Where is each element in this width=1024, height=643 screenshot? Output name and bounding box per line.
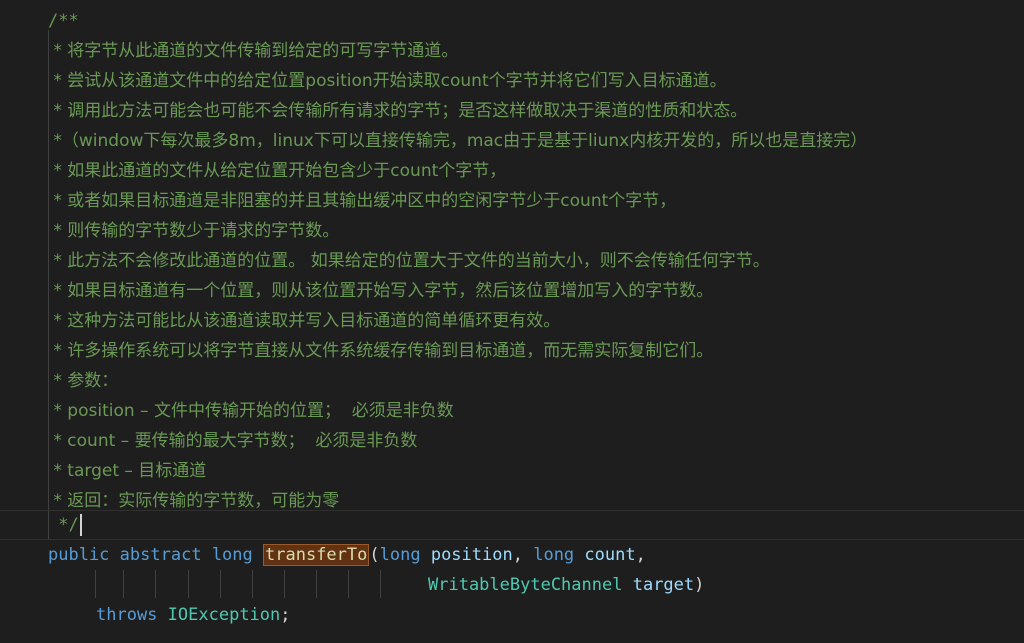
comment-line[interactable]: *（window下每次最多8m，linux下可以直接传输完，mac由于是基于li… <box>0 126 1024 156</box>
comment-line[interactable]: * 调用此方法可能会也可能不会传输所有请求的字节；是否这样做取决于渠道的性质和状… <box>0 96 1024 126</box>
comment-line-text: *（window下每次最多8m，linux下可以直接传输完，mac由于是基于li… <box>48 131 868 151</box>
comma: , <box>512 545 523 565</box>
comment-line-text: * 或者如果目标通道是非阻塞的并且其输出缓冲区中的空闲字节少于count个字节， <box>48 191 677 211</box>
code-editor[interactable]: /** * 将字节从此通道的文件传输到给定的可写字节通道。 * 尝试从该通道文件… <box>0 0 1024 643</box>
comment-line[interactable]: * position – 文件中传输开始的位置； 必须是非负数 <box>0 396 1024 426</box>
param-type-long: long <box>533 545 575 565</box>
comment-line[interactable]: * 参数： <box>0 366 1024 396</box>
comment-line-text: * 尝试从该通道文件中的给定位置position开始读取count个字节并将它们… <box>48 71 727 91</box>
param-type-writable-byte-channel[interactable]: WritableByteChannel <box>428 575 622 595</box>
comment-line[interactable]: * 许多操作系统可以将字节直接从文件系统缓存传输到目标通道，而无需实际复制它们。 <box>0 336 1024 366</box>
comment-line[interactable]: * 这种方法可能比从该通道读取并写入目标通道的简单循环更有效。 <box>0 306 1024 336</box>
comment-line[interactable]: * 或者如果目标通道是非阻塞的并且其输出缓冲区中的空闲字节少于count个字节， <box>0 186 1024 216</box>
close-paren: ) <box>694 575 705 595</box>
comment-line[interactable]: * count – 要传输的最大字节数； 必须是非负数 <box>0 426 1024 456</box>
comment-line-text: * 这种方法可能比从该通道读取并写入目标通道的简单循环更有效。 <box>48 311 561 331</box>
param-type-long: long <box>379 545 421 565</box>
comment-close[interactable]: */ <box>0 510 1024 540</box>
comment-line[interactable]: * 则传输的字节数少于请求的字节数。 <box>0 216 1024 246</box>
comment-open[interactable]: /** <box>0 6 1024 36</box>
comment-line-text: * 此方法不会修改此通道的位置。 如果给定的位置大于文件的当前大小，则不会传输任… <box>48 251 770 271</box>
comment-line-text: * 则传输的字节数少于请求的字节数。 <box>48 221 340 241</box>
keyword-throws: throws <box>96 605 158 625</box>
comma: , <box>635 545 646 565</box>
comment-line-text: * 如果目标通道有一个位置，则从该位置开始写入字节，然后该位置增加写入的字节数。 <box>48 281 714 301</box>
comment-line-text: * 调用此方法可能会也可能不会传输所有请求的字节；是否这样做取决于渠道的性质和状… <box>48 101 748 121</box>
comment-line-text: * 参数： <box>48 371 119 391</box>
param-count[interactable]: count <box>584 545 635 565</box>
comment-close-text: */ <box>48 515 79 535</box>
method-signature-line[interactable]: public abstract long transferTo (long pos… <box>0 540 1024 570</box>
keyword-abstract: abstract <box>119 545 202 565</box>
comment-line-text: * 许多操作系统可以将字节直接从文件系统缓存传输到目标通道，而无需实际复制它们。 <box>48 341 714 361</box>
comment-line-text: * 将字节从此通道的文件传输到给定的可写字节通道。 <box>48 41 459 61</box>
comment-line-text: * 如果此通道的文件从给定位置开始包含少于count个字节， <box>48 161 507 181</box>
open-paren: ( <box>369 545 380 565</box>
exception-type[interactable]: IOException <box>168 605 281 625</box>
comment-line[interactable]: * 如果此通道的文件从给定位置开始包含少于count个字节， <box>0 156 1024 186</box>
comment-line[interactable]: * 将字节从此通道的文件传输到给定的可写字节通道。 <box>0 36 1024 66</box>
comment-line[interactable]: * 此方法不会修改此通道的位置。 如果给定的位置大于文件的当前大小，则不会传输任… <box>0 246 1024 276</box>
keyword-long: long <box>211 545 253 565</box>
comment-line-text: * count – 要传输的最大字节数； 必须是非负数 <box>48 431 418 451</box>
throws-clause-line[interactable]: throws IOException; <box>0 600 1024 630</box>
param-target[interactable]: target <box>633 575 694 595</box>
comment-line-text: * target – 目标通道 <box>48 461 207 481</box>
comment-line[interactable]: * 尝试从该通道文件中的给定位置position开始读取count个字节并将它们… <box>0 66 1024 96</box>
text-cursor <box>79 514 82 536</box>
method-signature-continuation[interactable]: WritableByteChannel target) <box>0 570 1024 600</box>
semicolon: ; <box>280 605 291 625</box>
keyword-public: public <box>48 545 110 565</box>
param-position[interactable]: position <box>431 545 513 565</box>
comment-line-text: * position – 文件中传输开始的位置； 必须是非负数 <box>48 401 454 421</box>
comment-line[interactable]: * 如果目标通道有一个位置，则从该位置开始写入字节，然后该位置增加写入的字节数。 <box>0 276 1024 306</box>
method-name-highlighted[interactable]: transferTo <box>263 544 370 566</box>
comment-line[interactable]: * target – 目标通道 <box>0 456 1024 486</box>
comment-line-text: * 返回：实际传输的字节数，可能为零 <box>48 491 340 511</box>
comment-open-text: /** <box>48 11 79 31</box>
